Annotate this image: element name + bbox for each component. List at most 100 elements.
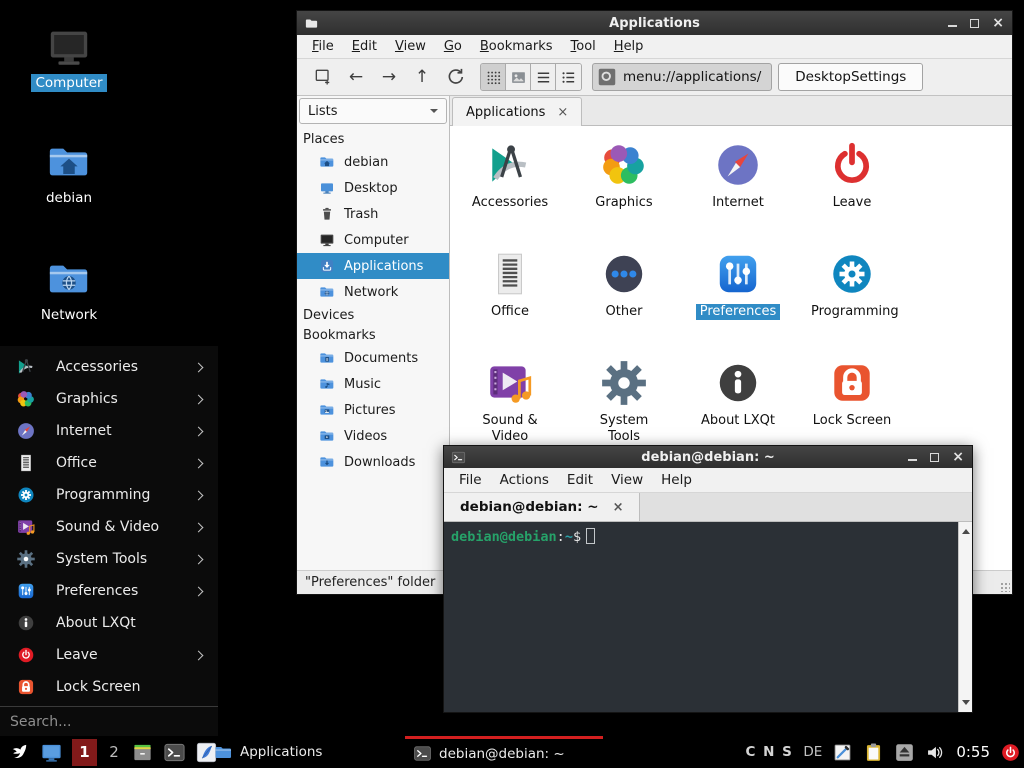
menu-item-system-tools[interactable]: System Tools	[0, 543, 218, 575]
app-category-label: Preferences	[696, 304, 780, 320]
menu-item-programming[interactable]: Programming	[0, 479, 218, 511]
menubar-item-help[interactable]: Help	[652, 472, 701, 488]
detailed-list-view-button[interactable]	[531, 64, 556, 90]
removable-media-icon[interactable]	[894, 742, 915, 763]
menubar-item-actions[interactable]: Actions	[491, 472, 558, 488]
app-category-graphics[interactable]: Graphics	[567, 133, 681, 242]
tab-close-icon[interactable]: ×	[557, 105, 568, 120]
menubar-item-file[interactable]: File	[450, 472, 491, 488]
power-button[interactable]	[1000, 742, 1021, 763]
sidebar-item-trash[interactable]: Trash	[297, 201, 449, 227]
scroll-up-icon[interactable]	[962, 525, 970, 534]
close-button[interactable]: ×	[952, 452, 964, 462]
sidebar-item-music[interactable]: Music	[297, 371, 449, 397]
sidebar-mode-select[interactable]: Lists	[299, 98, 447, 124]
menubar-item-view[interactable]: View	[602, 472, 652, 488]
menubar-item-help[interactable]: Help	[605, 39, 653, 54]
fm-titlebar[interactable]: Applications ×	[297, 11, 1012, 35]
icon-view-button[interactable]	[481, 64, 506, 90]
menu-item-preferences[interactable]: Preferences	[0, 575, 218, 607]
menu-item-office[interactable]: Office	[0, 447, 218, 479]
address-text: menu://applications/	[623, 69, 761, 85]
menu-item-lock-screen[interactable]: Lock Screen	[0, 671, 218, 703]
menubar-item-file[interactable]: File	[303, 39, 343, 54]
menubar-item-tool[interactable]: Tool	[562, 39, 605, 54]
minimize-button[interactable]	[908, 459, 917, 461]
up-button[interactable]: ↑	[408, 64, 436, 90]
menubar-item-go[interactable]: Go	[435, 39, 471, 54]
terminal-tab[interactable]: debian@debian: ~ ×	[444, 493, 640, 521]
app-category-about-lxqt[interactable]: About LXQt	[681, 351, 795, 460]
address-bar[interactable]: menu://applications/	[592, 63, 772, 91]
menu-item-about-lxqt[interactable]: About LXQt	[0, 607, 218, 639]
sidebar-item-debian[interactable]: debian	[297, 149, 449, 175]
screenshot-tool-icon[interactable]	[832, 742, 853, 763]
tab-applications[interactable]: Applications ×	[452, 97, 582, 126]
close-button[interactable]: ×	[992, 18, 1004, 28]
workspace-1-button[interactable]: 1	[72, 739, 97, 766]
keyboard-layout[interactable]: DE	[803, 744, 822, 760]
app-category-preferences[interactable]: Preferences	[681, 242, 795, 351]
app-category-other[interactable]: Other	[567, 242, 681, 351]
maximize-button[interactable]	[970, 19, 979, 28]
clipboard-manager-icon[interactable]	[863, 742, 884, 763]
taskbar-task-applications[interactable]: Applications	[206, 736, 330, 768]
menu-item-accessories[interactable]: Accessories	[0, 351, 218, 383]
desktop-icon-label: debian	[42, 189, 96, 207]
sidebar-item-network[interactable]: Network	[297, 279, 449, 305]
sidebar-item-pictures[interactable]: Pictures	[297, 397, 449, 423]
workspace-2-button[interactable]: 2	[106, 743, 122, 761]
app-category-label: Leave	[829, 195, 876, 211]
minimize-button[interactable]	[948, 25, 957, 27]
compact-view-button[interactable]	[556, 64, 581, 90]
forward-button[interactable]: →	[375, 64, 403, 90]
menu-item-internet[interactable]: Internet	[0, 415, 218, 447]
terminal-scrollbar[interactable]	[958, 522, 972, 712]
desktop-icon-network[interactable]: Network	[23, 256, 115, 324]
keyboard-indicator[interactable]: C N S	[746, 744, 794, 760]
refresh-button[interactable]	[441, 64, 469, 90]
terminal-launcher[interactable]	[163, 741, 186, 764]
sidebar-item-documents[interactable]: Documents	[297, 345, 449, 371]
desktop-settings-button[interactable]: DesktopSettings	[778, 63, 923, 91]
menubar-item-view[interactable]: View	[386, 39, 435, 54]
file-manager-launcher[interactable]	[131, 741, 154, 764]
resize-grip[interactable]	[1000, 582, 1010, 592]
menubar-item-edit[interactable]: Edit	[343, 39, 386, 54]
app-category-programming[interactable]: Programming	[795, 242, 909, 351]
app-category-system-tools[interactable]: System Tools	[567, 351, 681, 460]
menu-search-input[interactable]: Search...	[0, 706, 218, 736]
app-category-office[interactable]: Office	[453, 242, 567, 351]
menubar-item-bookmarks[interactable]: Bookmarks	[471, 39, 562, 54]
thumbnail-view-button[interactable]	[506, 64, 531, 90]
app-category-accessories[interactable]: Accessories	[453, 133, 567, 242]
volume-icon[interactable]	[925, 742, 946, 763]
terminal-content[interactable]: debian@debian:~$	[444, 522, 972, 712]
back-button[interactable]: ←	[342, 64, 370, 90]
menubar-item-edit[interactable]: Edit	[558, 472, 602, 488]
menu-item-sound-video[interactable]: Sound & Video	[0, 511, 218, 543]
menu-item-leave[interactable]: Leave	[0, 639, 218, 671]
app-category-lock-screen[interactable]: Lock Screen	[795, 351, 909, 460]
tab-close-icon[interactable]: ×	[613, 500, 624, 515]
desktop-icon-debian[interactable]: debian	[23, 139, 115, 207]
sidebar-item-videos[interactable]: Videos	[297, 423, 449, 449]
clock[interactable]: 0:55	[956, 743, 990, 761]
maximize-button[interactable]	[930, 453, 939, 462]
desktop-icon-computer[interactable]: Computer	[23, 24, 115, 92]
app-category-internet[interactable]: Internet	[681, 133, 795, 242]
new-tab-button[interactable]	[309, 64, 337, 90]
app-category-leave[interactable]: Leave	[795, 133, 909, 242]
taskbar-task-debian-debian[interactable]: debian@debian: ~	[405, 736, 603, 768]
main-menu-button[interactable]	[8, 741, 31, 764]
folder-home-icon	[46, 139, 92, 185]
sidebar-item-desktop[interactable]: Desktop	[297, 175, 449, 201]
scroll-down-icon[interactable]	[962, 700, 970, 709]
sidebar-item-downloads[interactable]: Downloads	[297, 449, 449, 475]
menu-item-graphics[interactable]: Graphics	[0, 383, 218, 415]
app-category-sound-video[interactable]: Sound & Video	[453, 351, 567, 460]
sidebar-item-applications[interactable]: Applications	[297, 253, 449, 279]
show-desktop-button[interactable]	[40, 741, 63, 764]
sidebar-item-computer[interactable]: Computer	[297, 227, 449, 253]
terminal-titlebar[interactable]: debian@debian: ~ ×	[444, 446, 972, 468]
